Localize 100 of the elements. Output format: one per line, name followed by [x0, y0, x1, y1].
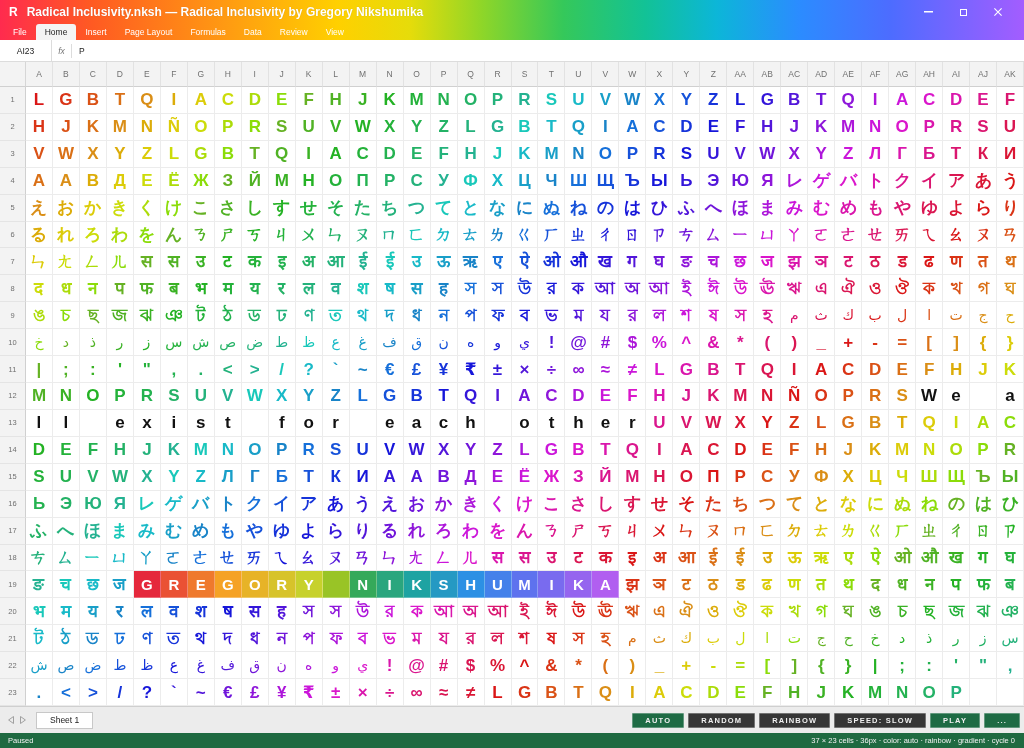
sheet-cell[interactable]: प [106, 275, 134, 303]
sheet-cell[interactable]: ग [970, 544, 997, 572]
sheet-cell[interactable]: خ [862, 625, 890, 653]
sheet-cell[interactable]: প [457, 302, 485, 330]
column-header[interactable]: AJ [970, 62, 997, 87]
sheet-cell[interactable]: ब [160, 275, 188, 303]
sheet-cell[interactable]: S [26, 463, 53, 491]
sheet-cell[interactable]: ज [754, 248, 782, 276]
sheet-cell[interactable]: ひ [646, 194, 674, 222]
sheet-cell[interactable]: ঙ [862, 598, 890, 626]
sheet-cell[interactable]: च [700, 248, 728, 276]
sheet-cell[interactable]: } [835, 652, 863, 680]
sheet-cell[interactable]: # [592, 329, 620, 357]
sheet-cell[interactable]: O [457, 87, 485, 114]
sheet-cell[interactable]: ऊ [430, 248, 458, 276]
sheet-cell[interactable]: হ [754, 302, 782, 330]
sheet-cell[interactable]: ع [160, 652, 188, 680]
sheet-cell[interactable]: স [457, 275, 485, 303]
sheet-cell[interactable]: ع [322, 329, 350, 357]
sheet-cell[interactable]: छ [79, 571, 107, 599]
sheet-cell[interactable]: F [997, 87, 1024, 114]
sheet-cell[interactable]: ق [403, 329, 431, 357]
sheet-cell[interactable]: G [754, 87, 782, 114]
sheet-cell[interactable]: H [781, 679, 809, 706]
sheet-cell[interactable]: H [808, 436, 836, 464]
sheet-cell[interactable]: ج [970, 302, 997, 330]
column-header[interactable]: H [214, 62, 242, 87]
sheet-cell[interactable]: П [700, 463, 728, 491]
sheet-cell[interactable]: ف [376, 329, 404, 357]
sheet-cell[interactable]: $ [457, 652, 485, 680]
sheet-cell[interactable]: む [808, 194, 836, 222]
sheet-cell[interactable]: こ [538, 490, 566, 518]
sheet-cell[interactable]: ई [727, 544, 755, 572]
sheet-cell[interactable]: L [484, 679, 512, 706]
sheet-cell[interactable]: ব [511, 302, 539, 330]
sheet-cell[interactable]: ধ [241, 625, 269, 653]
sheet-cell[interactable]: ه [457, 329, 485, 357]
sheet-cell[interactable]: ه [295, 652, 323, 680]
sheet-cell[interactable]: К [970, 140, 997, 168]
sheet-cell[interactable]: M [403, 87, 431, 114]
sheet-cell[interactable]: থ [349, 302, 377, 330]
sheet-cell[interactable]: প [295, 625, 323, 653]
sheet-cell[interactable]: ^ [673, 329, 701, 357]
sheet-cell[interactable]: ㄘ [673, 221, 701, 249]
sheet-cell[interactable]: ঋ [619, 598, 647, 626]
sheet-cell[interactable]: আ [430, 598, 458, 626]
sheet-cell[interactable]: J [808, 679, 836, 706]
column-header[interactable]: O [403, 62, 431, 87]
sheet-cell[interactable]: ण [943, 248, 971, 276]
sheet-cell[interactable]: শ [511, 625, 539, 653]
sheet-cell[interactable]: খ [943, 275, 971, 303]
sheet-cell[interactable]: J [673, 383, 701, 410]
sheet-cell[interactable]: X [646, 87, 674, 114]
sheet-cell[interactable]: ङ [673, 248, 701, 276]
sheet-cell[interactable]: E [592, 383, 620, 410]
sheet-cell[interactable]: > [79, 679, 107, 706]
sheet-cell[interactable]: ㄙ [700, 221, 728, 249]
column-header[interactable]: M [349, 62, 377, 87]
sheet-cell[interactable]: ゲ [808, 167, 836, 195]
sheet-cell[interactable]: ' [106, 356, 134, 384]
sheet-cell[interactable]: A [619, 113, 647, 141]
sheet-cell[interactable]: D [673, 113, 701, 141]
sheet-cell[interactable]: $ [619, 329, 647, 357]
sheet-cell[interactable]: * [565, 652, 593, 680]
column-header[interactable]: A [26, 62, 53, 87]
sheet-cell[interactable]: G [673, 356, 701, 384]
sheet-cell[interactable]: ঔ [889, 275, 917, 303]
menu-tab[interactable]: Home [35, 24, 77, 40]
sheet-cell[interactable]: त [970, 248, 997, 276]
sheet-cell[interactable]: Q [133, 87, 161, 114]
sheet-cell[interactable]: ~ [187, 679, 215, 706]
column-header[interactable]: AH [916, 62, 944, 87]
sheet-cell[interactable]: ㄔ [592, 221, 620, 249]
sheet-cell[interactable]: द [862, 571, 890, 599]
sheet-cell[interactable]: " [970, 652, 997, 680]
sheet-cell[interactable]: e [943, 383, 971, 410]
sheet-cell[interactable]: গ [970, 275, 997, 303]
sheet-cell[interactable]: V [673, 409, 701, 437]
sheet-cell[interactable]: D [943, 87, 971, 114]
sheet-cell[interactable]: ঢ [106, 625, 134, 653]
sheet-cell[interactable]: ল [484, 625, 512, 653]
column-header[interactable]: C [79, 62, 107, 87]
column-header[interactable]: R [484, 62, 512, 87]
sheet-cell[interactable]: ㄗ [997, 517, 1024, 545]
sheet-cell[interactable]: " [133, 356, 161, 384]
arrow-right-icon[interactable] [20, 716, 26, 724]
sheet-cell[interactable]: F [727, 113, 755, 141]
sheet-cell[interactable]: ㄐ [619, 517, 647, 545]
sheet-cell[interactable]: З [565, 463, 593, 491]
sheet-cell[interactable]: N [862, 113, 890, 141]
sheet-cell[interactable]: O [889, 113, 917, 141]
sheet-cell[interactable]: ن [268, 652, 296, 680]
sheet-cell[interactable]: D [727, 436, 755, 464]
sheet-cell[interactable]: Z [322, 383, 350, 410]
sheet-cell[interactable]: - [862, 329, 890, 357]
sheet-cell[interactable]: ব [349, 625, 377, 653]
sheet-cell[interactable]: ط [106, 652, 134, 680]
banner-tile[interactable]: N [349, 571, 377, 599]
sheet-cell[interactable]: H [26, 113, 53, 141]
column-header[interactable]: L [322, 62, 350, 87]
